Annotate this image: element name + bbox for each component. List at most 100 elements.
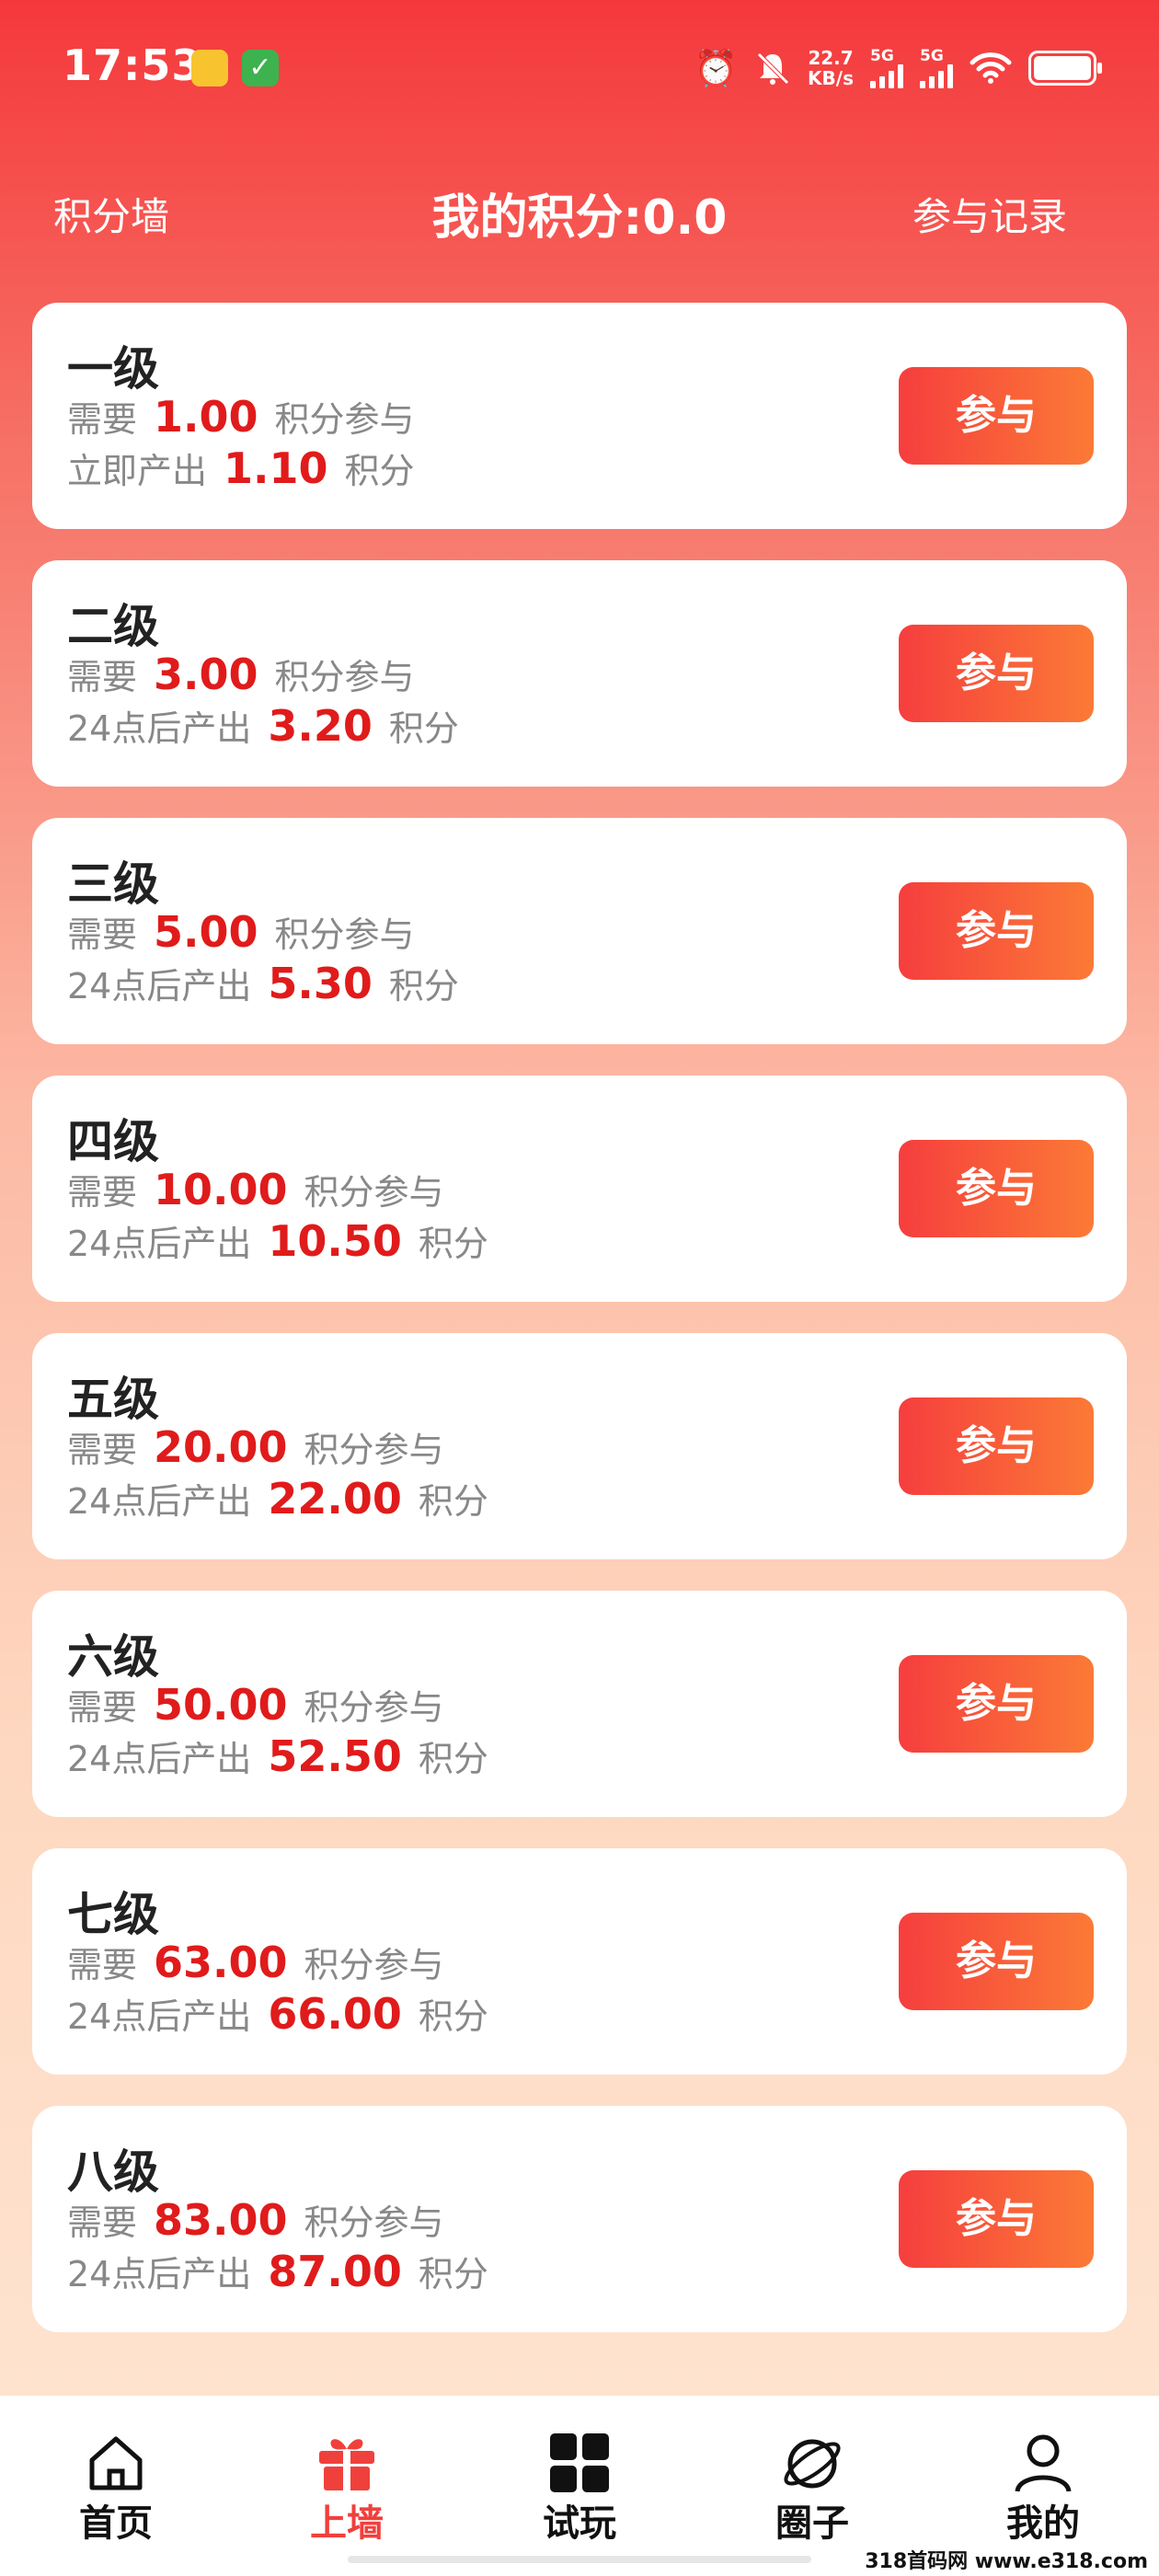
output-suffix: 积分 <box>418 1739 488 1779</box>
join-button[interactable]: 参与 <box>899 2170 1094 2268</box>
join-button[interactable]: 参与 <box>899 882 1094 980</box>
required-label: 需要 <box>67 1430 138 1470</box>
required-points-value: 20.00 <box>154 1422 288 1472</box>
required-points-line: 需要 10.00 积分参与 <box>67 1164 444 1214</box>
level-title: 五级 <box>67 1373 159 1426</box>
mute-bell-icon <box>757 52 789 85</box>
nav-label: 圈子 <box>775 2502 849 2545</box>
level-title: 八级 <box>67 2145 159 2199</box>
gift-icon <box>319 2439 374 2490</box>
required-suffix: 积分参与 <box>304 2202 444 2243</box>
output-points-value: 10.50 <box>268 1216 402 1266</box>
level-title: 四级 <box>67 1115 159 1168</box>
battery-icon <box>1028 51 1102 86</box>
network-type: 5G <box>870 47 894 65</box>
required-points-value: 83.00 <box>154 2195 288 2245</box>
required-label: 需要 <box>67 914 138 955</box>
nav-item-circle[interactable]: 圈子 <box>720 2432 904 2547</box>
output-points-line: 24点后产出 52.50 积分 <box>67 1731 488 1781</box>
alarm-icon: ⏰ <box>694 48 739 88</box>
output-label: 24点后产出 <box>67 1739 252 1779</box>
wifi-icon <box>970 52 1012 84</box>
output-points-line: 24点后产出 5.30 积分 <box>67 958 459 1008</box>
required-points-line: 需要 63.00 积分参与 <box>67 1937 444 1987</box>
join-button[interactable]: 参与 <box>899 1397 1094 1495</box>
output-points-line: 立即产出 1.10 积分 <box>67 443 415 493</box>
network-type: 5G <box>920 47 944 65</box>
output-points-value: 5.30 <box>268 959 373 1008</box>
output-points-value: 3.20 <box>268 701 373 751</box>
output-label: 24点后产出 <box>67 1996 252 2037</box>
output-points-value: 66.00 <box>268 1989 402 2039</box>
output-points-line: 24点后产出 22.00 积分 <box>67 1473 488 1524</box>
required-points-line: 需要 3.00 积分参与 <box>67 649 415 699</box>
level-card: 四级 需要 10.00 积分参与 24点后产出 10.50 积分 参与 <box>32 1075 1127 1302</box>
output-suffix: 积分 <box>388 966 459 1006</box>
level-title: 二级 <box>67 600 159 653</box>
nav-label: 试玩 <box>543 2502 616 2545</box>
level-card: 一级 需要 1.00 积分参与 立即产出 1.10 积分 参与 <box>32 303 1127 529</box>
required-points-value: 63.00 <box>154 1938 288 1987</box>
watermark: 318首码网 www.e318.com <box>865 2550 1148 2573</box>
required-points-value: 3.00 <box>154 650 258 699</box>
speed-unit: KB/s <box>808 67 854 89</box>
join-button[interactable]: 参与 <box>899 1913 1094 2010</box>
required-suffix: 积分参与 <box>304 1172 444 1213</box>
output-suffix: 积分 <box>418 2254 488 2294</box>
required-points-line: 需要 20.00 积分参与 <box>67 1421 444 1472</box>
required-label: 需要 <box>67 1945 138 1985</box>
speed-value: 22.7 <box>808 47 854 69</box>
output-label: 立即产出 <box>67 451 208 491</box>
page-header: 积分墙 我的积分:0.0 参与记录 <box>0 175 1159 248</box>
network-speed: 22.7 KB/s <box>808 48 854 88</box>
home-icon <box>89 2436 143 2490</box>
required-points-value: 50.00 <box>154 1680 288 1730</box>
check-icon: ✓ <box>242 50 279 86</box>
required-label: 需要 <box>67 1687 138 1728</box>
required-points-line: 需要 83.00 积分参与 <box>67 2194 444 2245</box>
level-card: 六级 需要 50.00 积分参与 24点后产出 52.50 积分 参与 <box>32 1591 1127 1817</box>
participation-records-link[interactable]: 参与记录 <box>912 186 1067 242</box>
status-time: 17:53 <box>63 40 202 90</box>
output-label: 24点后产出 <box>67 966 252 1006</box>
output-points-value: 1.10 <box>224 443 328 493</box>
required-suffix: 积分参与 <box>274 914 415 955</box>
nav-label: 上墙 <box>310 2502 384 2545</box>
join-button[interactable]: 参与 <box>899 625 1094 722</box>
nav-label: 我的 <box>1006 2502 1080 2545</box>
planet-icon <box>784 2439 841 2489</box>
level-title: 一级 <box>67 342 159 396</box>
output-points-value: 22.00 <box>268 1474 402 1524</box>
required-points-line: 需要 50.00 积分参与 <box>67 1679 444 1730</box>
level-card: 八级 需要 83.00 积分参与 24点后产出 87.00 积分 参与 <box>32 2106 1127 2332</box>
signal-icon: 5G <box>870 48 903 88</box>
level-card: 五级 需要 20.00 积分参与 24点后产出 22.00 积分 参与 <box>32 1333 1127 1559</box>
join-button[interactable]: 参与 <box>899 367 1094 465</box>
required-points-value: 1.00 <box>154 392 258 442</box>
nav-item-wall[interactable]: 上墙 <box>255 2432 439 2547</box>
required-label: 需要 <box>67 399 138 440</box>
required-points-line: 需要 1.00 积分参与 <box>67 391 415 442</box>
level-title: 三级 <box>67 857 159 911</box>
output-suffix: 积分 <box>418 1224 488 1264</box>
required-points-line: 需要 5.00 积分参与 <box>67 906 415 957</box>
output-points-value: 52.50 <box>268 1731 402 1781</box>
required-suffix: 积分参与 <box>304 1687 444 1728</box>
output-label: 24点后产出 <box>67 1481 252 1522</box>
join-button[interactable]: 参与 <box>899 1140 1094 1237</box>
nav-item-mine[interactable]: 我的 <box>951 2432 1135 2547</box>
nav-item-home[interactable]: 首页 <box>24 2432 208 2547</box>
nav-item-trial[interactable]: 试玩 <box>488 2432 671 2547</box>
level-title: 六级 <box>67 1630 159 1684</box>
join-button[interactable]: 参与 <box>899 1655 1094 1753</box>
output-suffix: 积分 <box>388 708 459 749</box>
required-label: 需要 <box>67 657 138 697</box>
level-card: 七级 需要 63.00 积分参与 24点后产出 66.00 积分 参与 <box>32 1848 1127 2075</box>
user-icon <box>1015 2434 1072 2492</box>
note-icon <box>191 50 228 86</box>
output-label: 24点后产出 <box>67 1224 252 1264</box>
output-points-line: 24点后产出 87.00 积分 <box>67 2246 488 2296</box>
nav-label: 首页 <box>79 2502 153 2545</box>
required-label: 需要 <box>67 2202 138 2243</box>
status-icons: ⏰ 22.7 KB/s 5G 5G <box>694 44 1102 92</box>
